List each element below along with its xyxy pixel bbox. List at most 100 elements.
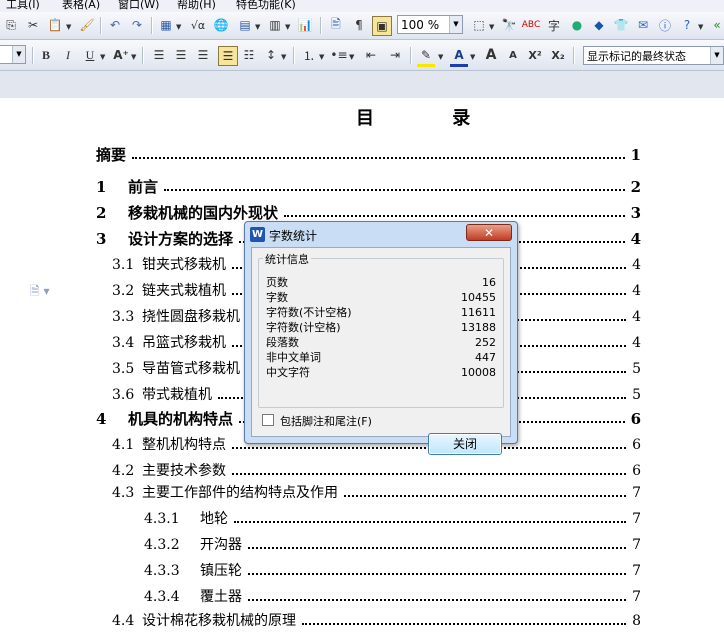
menu-table[interactable]: 表格(A) (62, 0, 100, 12)
toc-entry[interactable]: 2 移栽机械的国内外现状 3 (96, 204, 641, 222)
highlight-icon[interactable]: ✎ (417, 46, 435, 67)
toc-page-number: 6 (632, 437, 641, 453)
toc-number: 4.4 (112, 613, 135, 629)
grow-font-button[interactable]: A (482, 46, 500, 64)
format-painter-icon[interactable]: 🖌 (78, 16, 96, 34)
undo-icon[interactable]: ↶ (106, 16, 124, 34)
find-icon[interactable]: 🔭 (500, 16, 518, 34)
bullet-list-icon[interactable]: •≡ (330, 46, 348, 64)
toc-text: 开沟器 (200, 537, 242, 553)
insert-table-icon[interactable]: ▦ (157, 16, 175, 34)
toc-leader (344, 489, 626, 497)
stat-label: 字数 (266, 291, 288, 304)
toc-number: 1 (96, 178, 107, 196)
include-footnotes-label[interactable]: 包括脚注和尾注(F) (280, 413, 372, 429)
text-effects-icon[interactable]: A⁺ (112, 46, 130, 64)
toc-text: 覆土器 (200, 589, 242, 605)
menu-tools[interactable]: 工具(I) (6, 0, 40, 12)
redo-icon[interactable]: ↷ (128, 16, 146, 34)
help-icon[interactable]: ? (678, 16, 696, 34)
toc-entry[interactable]: 4.4 设计棉花移栽机械的原理 8 (112, 612, 641, 630)
shrink-font-button[interactable]: A (504, 46, 522, 64)
translate-icon[interactable]: ● (568, 16, 586, 34)
toc-page-number: 5 (632, 387, 641, 403)
chevron-left-icon[interactable]: « (708, 16, 724, 34)
font-color-button[interactable]: A (450, 46, 468, 67)
toc-entry[interactable]: 4.3.2 开沟器 7 (144, 536, 641, 554)
toc-entry[interactable]: 4.3 主要工作部件的结构特点及作用 7 (112, 484, 641, 502)
numbered-list-icon[interactable]: ⒈ (300, 46, 318, 64)
toc-number: 2 (96, 204, 107, 222)
toc-leader (248, 567, 626, 575)
toc-number: 4.3.4 (144, 589, 180, 605)
info-icon[interactable]: ⓘ (656, 16, 674, 34)
toc-text: 地轮 (200, 511, 228, 527)
align-center-icon[interactable]: ☰ (172, 46, 190, 64)
bookmark-icon[interactable]: ◆ (590, 16, 608, 34)
stat-label: 字符数(不计空格) (266, 306, 352, 319)
zoom-select-icon[interactable]: ▣ (372, 16, 392, 36)
app-logo-icon: W (250, 227, 265, 242)
toc-entry[interactable]: 4.3.3 镇压轮 7 (144, 562, 641, 580)
toc-number: 4.3.2 (144, 537, 180, 553)
toc-text: 挠性圆盘移栽机 (142, 309, 240, 325)
toc-leader (132, 151, 625, 159)
toc-text: 镇压轮 (200, 563, 242, 579)
track-state-value: 显示标记的最终状态 (587, 50, 686, 63)
decrease-indent-icon[interactable]: ⇤ (362, 46, 380, 64)
toc-entry[interactable]: 4.3.4 覆土器 7 (144, 588, 641, 606)
mail-icon[interactable]: ✉ (634, 16, 652, 34)
track-changes-combo[interactable]: 显示标记的最终状态 ▼ (583, 46, 724, 65)
stat-row: 字符数(计空格) 13188 (266, 321, 496, 335)
document-side-icon[interactable]: 🗎 ▾ (30, 282, 50, 303)
justify-icon[interactable]: ☰ (218, 46, 238, 66)
toc-page-number: 7 (632, 589, 641, 605)
superscript-button[interactable]: X² (526, 46, 544, 64)
hyperlink-icon[interactable]: 🌐 (212, 16, 230, 34)
table-icon[interactable]: ▤ (236, 16, 254, 34)
toc-page-number: 1 (630, 146, 641, 164)
line-spacing-icon[interactable]: ↕ (262, 46, 280, 64)
bold-button[interactable]: B (37, 46, 55, 64)
toc-entry[interactable]: 4.3.1 地轮 7 (144, 510, 641, 528)
italic-button[interactable]: I (59, 46, 77, 64)
shirt-icon[interactable]: 👕 (612, 16, 630, 34)
toc-text: 吊篮式移栽机 (142, 335, 226, 351)
stat-row: 字数 10455 (266, 291, 496, 305)
include-footnotes-checkbox[interactable] (262, 414, 274, 426)
formula-icon[interactable]: √α (189, 16, 207, 34)
toc-entry[interactable]: 1 前言 2 (96, 178, 641, 196)
toc-page-number: 2 (630, 178, 641, 196)
close-button[interactable]: 关闭 (428, 433, 502, 455)
align-right-icon[interactable]: ☰ (194, 46, 212, 64)
word-count-icon[interactable]: 字 (545, 16, 563, 34)
increase-indent-icon[interactable]: ⇥ (386, 46, 404, 64)
print-preview-icon[interactable]: 🖹 (327, 16, 345, 34)
zoom-combo[interactable]: 100 % ▼ (397, 15, 463, 34)
underline-button[interactable]: U (81, 46, 99, 64)
columns-icon[interactable]: ▥ (266, 16, 284, 34)
toc-leader (302, 617, 626, 625)
show-marks-icon[interactable]: ¶ (350, 16, 368, 34)
subscript-button[interactable]: X₂ (549, 46, 567, 64)
copy-icon[interactable]: ⎘ (2, 16, 20, 34)
style-combo[interactable]: ▼ (0, 45, 26, 64)
cut-icon[interactable]: ✂ (24, 16, 42, 34)
toc-text: 设计方案的选择 (128, 230, 234, 248)
paste-icon[interactable]: 📋 (46, 16, 64, 34)
distribute-icon[interactable]: ☷ (240, 46, 258, 64)
menu-window[interactable]: 窗口(W) (118, 0, 159, 12)
select-object-icon[interactable]: ⬚ (470, 16, 488, 34)
group-label: 统计信息 (263, 251, 311, 267)
menu-help[interactable]: 帮助(H) (177, 0, 216, 12)
chevron-down-icon[interactable]: ▼ (449, 16, 462, 33)
spell-check-icon[interactable]: ABC (522, 16, 540, 34)
align-left-icon[interactable]: ☰ (150, 46, 168, 64)
menu-features[interactable]: 特色功能(K) (236, 0, 296, 12)
toc-entry[interactable]: 摘要 1 (96, 146, 641, 164)
toc-text: 导苗管式移栽机 (142, 361, 240, 377)
toc-leader (232, 467, 626, 475)
chart-icon[interactable]: 📊 (296, 16, 314, 34)
toc-entry[interactable]: 4.2 主要技术参数 6 (112, 462, 641, 480)
close-icon[interactable]: ✕ (466, 224, 512, 241)
